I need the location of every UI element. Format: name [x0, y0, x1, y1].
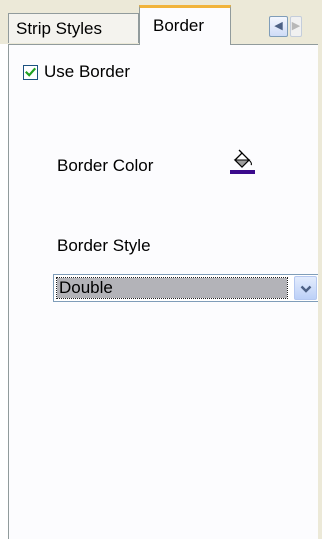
checkmark-icon: [25, 67, 36, 77]
border-style-value: Double: [56, 277, 288, 299]
border-style-select[interactable]: Double: [53, 274, 319, 302]
border-style-label: Border Style: [57, 236, 151, 255]
use-border-checkbox[interactable]: [23, 64, 38, 80]
dropdown-button[interactable]: [294, 276, 317, 300]
window-edge: [318, 0, 322, 539]
border-color-label: Border Color: [57, 156, 154, 175]
tab-label: Border: [153, 16, 205, 35]
tab-label: Strip Styles: [16, 19, 102, 38]
arrow-right-icon[interactable]: ▶: [290, 16, 302, 37]
tab-strip: Strip Styles Border ◀ ▶: [0, 0, 322, 45]
tab-strip-styles[interactable]: Strip Styles: [8, 13, 139, 43]
border-color-swatch: [230, 170, 255, 174]
tab-scroll-buttons: ◀ ▶: [269, 16, 309, 38]
chevron-down-icon: [300, 285, 312, 293]
use-border-row[interactable]: Use Border: [23, 61, 130, 83]
paint-bucket-icon[interactable]: [227, 148, 257, 178]
border-settings-panel: Use Border Border Color Border Style Dou…: [8, 44, 319, 539]
use-border-label: Use Border: [44, 62, 130, 81]
tab-border[interactable]: Border: [139, 5, 231, 45]
arrow-left-icon[interactable]: ◀: [269, 16, 288, 37]
